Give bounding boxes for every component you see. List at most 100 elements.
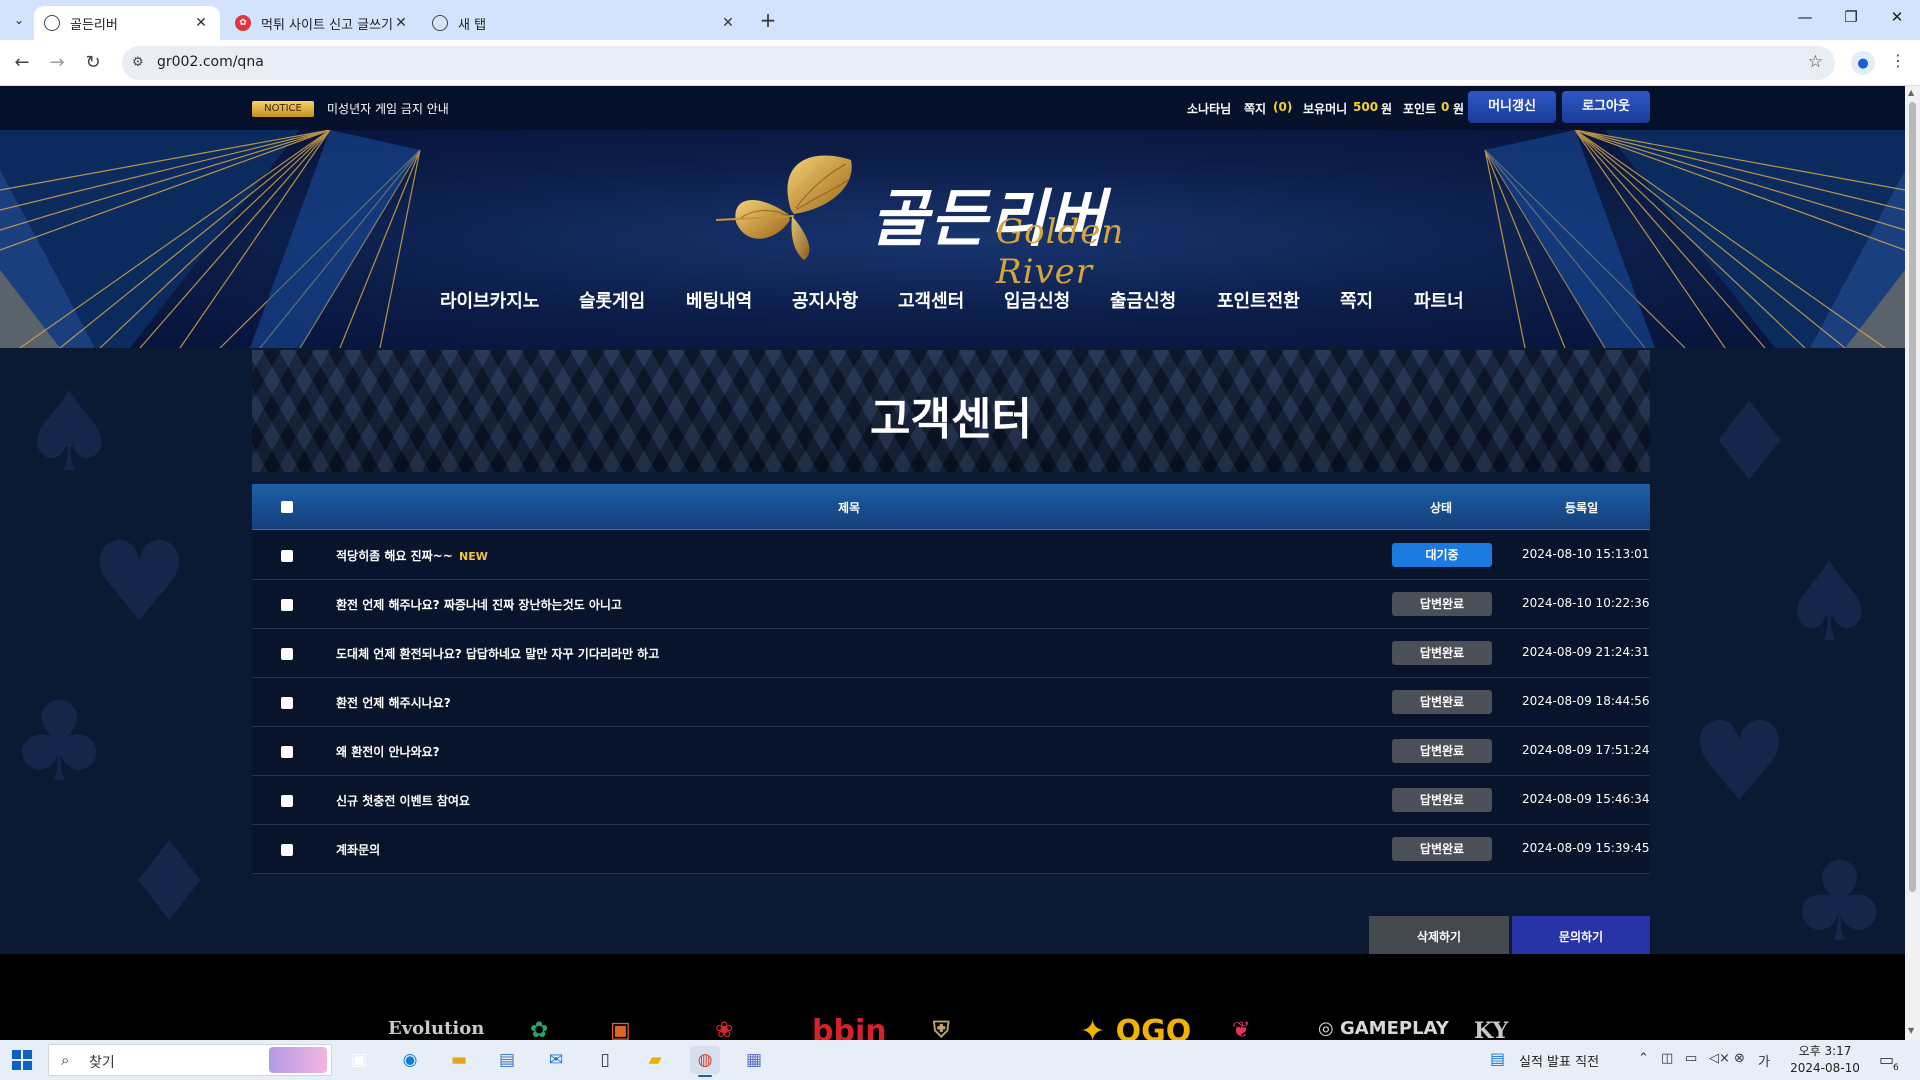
nav-live-casino[interactable]: 라이브카지노 — [440, 287, 539, 313]
scroll-thumb[interactable] — [1909, 102, 1916, 892]
forward-arrow-icon[interactable]: → — [46, 52, 68, 73]
profile-icon[interactable]: ● — [1851, 51, 1875, 75]
nav-partner[interactable]: 파트너 — [1414, 287, 1464, 313]
close-tab-icon[interactable]: ✕ — [719, 15, 737, 31]
tray-app-icon[interactable]: ◫ — [1661, 1051, 1673, 1066]
search-highlight-art[interactable] — [269, 1047, 327, 1073]
nav-deposit[interactable]: 입금신청 — [1004, 287, 1070, 313]
table-row[interactable]: 왜 환전이 안나와요? 답변완료 2024-08-09 17:51:24 — [252, 727, 1650, 776]
row-checkbox[interactable] — [281, 648, 293, 660]
reload-icon[interactable]: ↻ — [82, 52, 104, 73]
tray-expand-icon[interactable]: ⌃ — [1638, 1051, 1649, 1066]
page-scrollbar[interactable]: ▲ ▼ — [1905, 86, 1920, 1040]
row-checkbox[interactable] — [281, 746, 293, 758]
tab-new[interactable]: 새 탭 ✕ — [422, 6, 747, 40]
news-widget-text[interactable]: 실적 발표 직전 — [1519, 1051, 1599, 1070]
site-settings-icon[interactable]: ⚙ — [132, 55, 144, 70]
delete-button[interactable]: 삭제하기 — [1369, 916, 1509, 958]
row-title[interactable]: 왜 환전이 안나와요? — [336, 743, 440, 760]
vendor-logo-leaf[interactable]: ✿ — [530, 1018, 548, 1040]
table-row[interactable]: 도대체 언제 환전되나요? 답답하네요 말만 자꾸 기다리라만 하고 답변완료 … — [252, 629, 1650, 678]
vendor-logo-gameplay[interactable]: ◎ GAMEPLAY — [1318, 1018, 1449, 1039]
news-widget-icon[interactable]: ▤ — [1490, 1049, 1505, 1068]
edge-browser-icon[interactable]: ◉ — [395, 1046, 425, 1074]
row-title[interactable]: 계좌문의 — [336, 841, 380, 858]
calendar-app-icon[interactable]: ▦ — [739, 1046, 769, 1074]
vendor-logo-evolution[interactable]: Evolution — [388, 1018, 484, 1039]
nav-customer-center[interactable]: 고객센터 — [898, 287, 964, 313]
nav-message[interactable]: 쪽지 — [1340, 287, 1373, 313]
row-checkbox[interactable] — [281, 599, 293, 611]
vendor-logo-dragon[interactable]: ❀ — [715, 1018, 733, 1040]
table-row[interactable]: 계좌문의 답변완료 2024-08-09 15:39:45 — [252, 825, 1650, 874]
site-logo[interactable]: 골든리버 Golden River — [716, 152, 1186, 292]
new-badge: NEW — [458, 550, 488, 563]
vendor-logo-shield[interactable]: ⛨ — [933, 1018, 950, 1040]
row-checkbox[interactable] — [281, 795, 293, 807]
tab-search-icon[interactable]: ⌄ — [8, 9, 30, 31]
notification-icon[interactable]: ▭ — [1879, 1050, 1894, 1069]
row-title[interactable]: 환전 언제 해주시나요? — [336, 694, 451, 711]
vendor-logo-box[interactable]: ▣ — [610, 1018, 631, 1040]
vendor-logo-bbin[interactable]: bbin — [812, 1014, 887, 1040]
scroll-down-icon[interactable]: ▼ — [1908, 1026, 1914, 1035]
table-row[interactable]: 환전 언제 해주시나요? 답변완료 2024-08-09 18:44:56 — [252, 678, 1650, 727]
close-tab-icon[interactable]: ✕ — [192, 15, 210, 31]
point-label: 포인트 — [1403, 102, 1437, 116]
row-title[interactable]: 신규 첫충전 이벤트 참여요 — [336, 792, 470, 809]
row-checkbox[interactable] — [281, 697, 293, 709]
speaker-muted-icon[interactable]: ◁× — [1709, 1051, 1730, 1066]
back-arrow-icon[interactable]: ← — [11, 52, 33, 73]
message-label[interactable]: 쪽지 — [1244, 100, 1266, 117]
nav-withdraw[interactable]: 출금신청 — [1110, 287, 1176, 313]
sticky-notes-icon[interactable]: ▰ — [640, 1046, 670, 1074]
address-bar[interactable]: ⚙ gr002.com/qna ☆ — [122, 46, 1835, 80]
ime-icon[interactable]: 가 — [1758, 1051, 1770, 1070]
restore-icon[interactable]: ❐ — [1836, 8, 1866, 26]
close-window-icon[interactable]: ✕ — [1882, 8, 1912, 26]
scroll-up-icon[interactable]: ▲ — [1908, 88, 1914, 97]
store-icon[interactable]: ▤ — [492, 1046, 522, 1074]
mail-icon[interactable]: ✉ — [541, 1046, 571, 1074]
network-icon[interactable]: ▭ — [1685, 1051, 1697, 1066]
url-text[interactable]: gr002.com/qna — [157, 54, 264, 70]
table-row[interactable]: 환전 언제 해주나요? 짜증나네 진짜 장난하는것도 아니고 답변완료 2024… — [252, 580, 1650, 629]
new-tab-icon[interactable]: + — [757, 8, 779, 32]
globe-icon — [44, 15, 60, 31]
vendor-logo-ky[interactable]: KY — [1474, 1018, 1508, 1040]
status-x-icon[interactable]: ⊗ — [1734, 1051, 1745, 1066]
row-title[interactable]: 도대체 언제 환전되나요? 답답하네요 말만 자꾸 기다리라만 하고 — [336, 645, 659, 662]
table-row[interactable]: 적당히좀 해요 진짜~~ NEW 대기중 2024-08-10 15:13:01 — [252, 531, 1650, 580]
nav-slot-game[interactable]: 슬롯게임 — [579, 287, 645, 313]
logout-button[interactable]: 로그아웃 — [1562, 91, 1650, 123]
windows-start-icon[interactable] — [12, 1050, 32, 1070]
menu-kebab-icon[interactable]: ⋮ — [1890, 51, 1906, 70]
bookmark-star-icon[interactable]: ☆ — [1808, 52, 1823, 72]
minimize-icon[interactable]: — — [1790, 8, 1820, 26]
chrome-icon[interactable]: ◍ — [690, 1046, 720, 1077]
row-title[interactable]: 환전 언제 해주나요? 짜증나네 진짜 장난하는것도 아니고 — [336, 596, 622, 613]
message-count[interactable]: (0) — [1273, 100, 1292, 114]
notepad-icon[interactable]: ▯ — [590, 1046, 620, 1074]
vendor-logo-flower[interactable]: ❦ — [1232, 1018, 1250, 1040]
nav-point-exchange[interactable]: 포인트전환 — [1217, 287, 1300, 313]
notice-text[interactable]: 미성년자 게임 금지 안내 — [327, 100, 449, 117]
row-title[interactable]: 적당히좀 해요 진짜~~ NEW — [336, 547, 488, 564]
ask-button[interactable]: 문의하기 — [1512, 916, 1650, 958]
close-tab-icon[interactable]: ✕ — [392, 15, 410, 31]
task-view-icon[interactable]: ▣ — [344, 1046, 374, 1074]
table-row[interactable]: 신규 첫충전 이벤트 참여요 답변완료 2024-08-09 15:46:34 — [252, 776, 1650, 825]
nav-notice[interactable]: 공지사항 — [792, 287, 858, 313]
row-checkbox[interactable] — [281, 550, 293, 562]
tab-report-site[interactable]: ✿ 먹튀 사이트 신고 글쓰기 | 토토 ✕ — [225, 6, 420, 40]
select-all-checkbox[interactable] — [281, 501, 293, 513]
tab-goldenriver[interactable]: 골든리버 ✕ — [34, 6, 220, 40]
taskbar-clock[interactable]: 오후 3:17 2024-08-10 — [1780, 1043, 1870, 1077]
row-title-text[interactable]: 적당히좀 해요 진짜~~ — [336, 549, 453, 563]
taskbar-search-box[interactable]: ⌕ 찾기 — [48, 1044, 332, 1076]
nav-bet-history[interactable]: 베팅내역 — [686, 287, 752, 313]
row-checkbox[interactable] — [281, 844, 293, 856]
file-explorer-icon[interactable]: ▬ — [444, 1046, 474, 1074]
vendor-logo-ogo[interactable]: ✦ OGO — [1080, 1014, 1191, 1040]
money-refresh-button[interactable]: 머니갱신 — [1468, 91, 1556, 123]
